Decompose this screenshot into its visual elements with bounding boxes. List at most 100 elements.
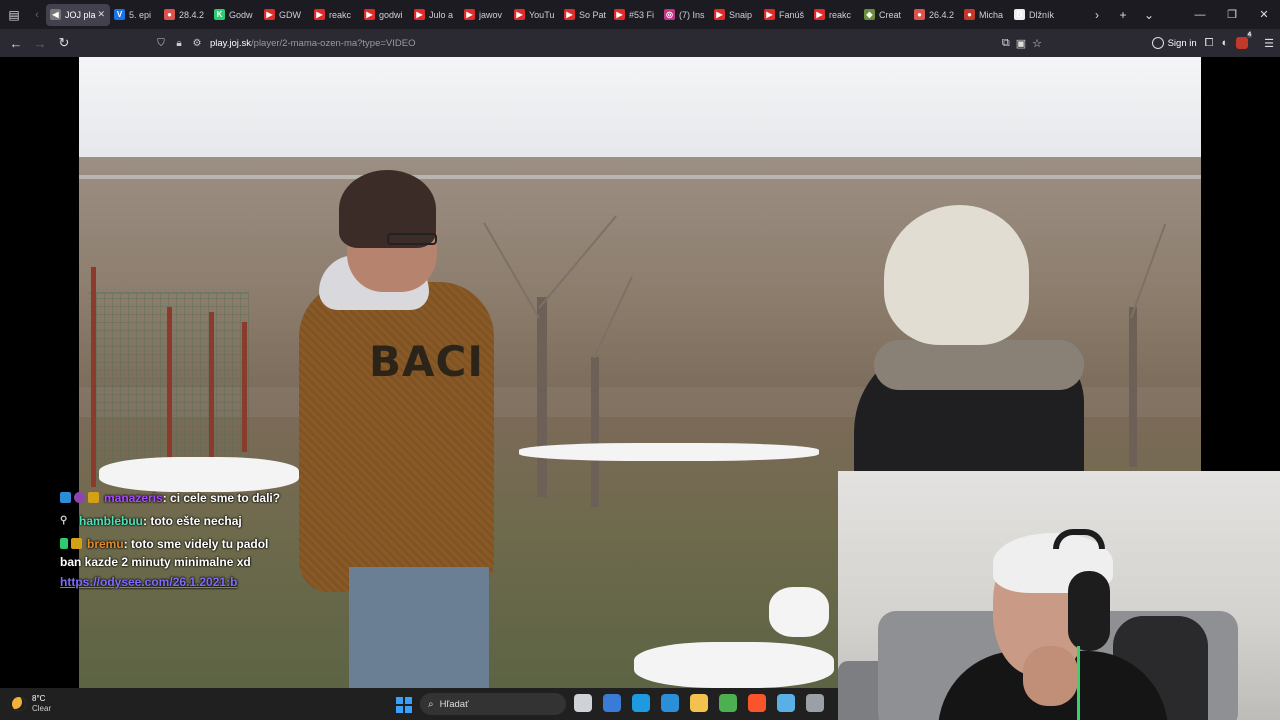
- forward-icon[interactable]: →: [28, 36, 52, 51]
- video-highway-barrier: [79, 175, 1201, 179]
- reload-icon[interactable]: ↻: [52, 35, 76, 51]
- tab[interactable]: K Godw: [210, 4, 260, 26]
- reader-view-icon[interactable]: ▣: [1016, 37, 1026, 50]
- extensions-icon[interactable]: ⧠: [1205, 37, 1214, 50]
- address-bar[interactable]: ⛉ 🔒︎ ⚙︎ play.joj.sk/player/2-mama-ozen-m…: [152, 32, 1048, 54]
- tab-scroll-left-icon[interactable]: ‹: [28, 9, 46, 21]
- tab[interactable]: ● Micha: [960, 4, 1010, 26]
- lock-icon[interactable]: 🔒︎: [170, 38, 188, 49]
- tab[interactable]: ▶ godwi: [360, 4, 410, 26]
- tab-favicon-icon: ▶: [314, 9, 325, 20]
- tab-overflow-chevron-icon[interactable]: ⌄: [1136, 8, 1162, 22]
- tab-label: Creat: [879, 9, 902, 20]
- restore-icon[interactable]: ❐: [1216, 8, 1248, 21]
- chat-username: bremu: [87, 536, 124, 551]
- tab-label: #53 Fi: [629, 9, 655, 20]
- tab-label: So Pat: [579, 9, 606, 20]
- tab-label: reakc: [329, 9, 352, 20]
- tab[interactable]: D Dlžník: [1010, 4, 1060, 26]
- store-icon[interactable]: [603, 694, 621, 712]
- new-tab-icon[interactable]: +: [1110, 8, 1136, 22]
- tab-label: godwi: [379, 9, 403, 20]
- navigation-toolbar: ← → ↻ ⛉ 🔒︎ ⚙︎ play.joj.sk/player/2-mama-…: [0, 29, 1280, 57]
- tab[interactable]: ● 28.4.2: [160, 4, 210, 26]
- tab-active[interactable]: ◀ JOJ pla ✕: [46, 3, 110, 26]
- tab[interactable]: ● 26.4.2: [910, 4, 960, 26]
- tab[interactable]: ◎ (7) Ins: [660, 4, 710, 26]
- chat-username: hamblebuu: [79, 513, 144, 528]
- weather-widget[interactable]: 8°C Clear: [12, 694, 51, 714]
- tab-label: (7) Ins: [679, 9, 705, 20]
- extension-adblock-icon[interactable]: 4: [1236, 32, 1253, 49]
- tab-favicon-icon: ▶: [514, 9, 525, 20]
- tab[interactable]: ▶ reakc: [310, 4, 360, 26]
- video-snow-patch: [519, 443, 819, 461]
- tab[interactable]: ▶ jawov: [460, 4, 510, 26]
- tab-favicon-icon: ●: [164, 9, 175, 20]
- chat-link[interactable]: https://odysee.com/26.1.2021:b: [60, 575, 380, 595]
- photos-icon[interactable]: [661, 694, 679, 712]
- tab-label: 5. epi: [129, 9, 152, 20]
- tab-favicon-icon: ◆: [864, 9, 875, 20]
- tab-scroll-right-icon[interactable]: ›: [1084, 8, 1110, 22]
- video-tree-trunk: [537, 297, 547, 497]
- tracking-protection-icon[interactable]: ⛉: [152, 38, 170, 49]
- tab-close-icon[interactable]: ✕: [98, 9, 106, 20]
- tab-favicon-icon: ▶: [814, 9, 825, 20]
- video-sweater-print: BACI: [369, 337, 484, 386]
- back-icon[interactable]: ←: [4, 36, 28, 51]
- tab[interactable]: ▶ Fanúš: [760, 4, 810, 26]
- settings-icon[interactable]: [806, 694, 824, 712]
- edge-icon[interactable]: [632, 694, 650, 712]
- url-path: /player/2-mama-ozen-ma?type=VIDEO: [251, 37, 416, 49]
- notepad-icon[interactable]: [777, 694, 795, 712]
- extension-badge-count: 4: [1246, 32, 1253, 38]
- tabs: ◀ JOJ pla ✕ V 5. epi ● 28.4.2 K Godw ▶ GDW ▶ reakc ▶ g…: [46, 0, 1060, 29]
- picture-in-picture-icon[interactable]: ⧉: [1002, 37, 1010, 50]
- video-tree-trunk: [591, 357, 599, 507]
- task-view-icon[interactable]: [574, 694, 592, 712]
- app-menu-icon[interactable]: ☰: [1264, 37, 1274, 50]
- extension-color-icon[interactable]: ◐: [1221, 37, 1228, 49]
- windows-start-icon[interactable]: [396, 697, 412, 713]
- bookmark-star-icon[interactable]: ☆: [1032, 37, 1042, 50]
- chat-text: : toto ešte nechaj: [143, 513, 242, 528]
- chat-badge-icon: [88, 492, 99, 503]
- close-window-icon[interactable]: ✕: [1248, 8, 1280, 21]
- chat-badge-icon: [74, 492, 85, 503]
- chat-text: : toto sme videly tu padol: [123, 536, 269, 551]
- tab-favicon-icon: ▶: [264, 9, 275, 20]
- tab[interactable]: ▶ Julo a: [410, 4, 460, 26]
- url-text[interactable]: play.joj.sk/player/2-mama-ozen-ma?type=V…: [210, 38, 415, 49]
- tab-favicon-icon: ●: [914, 9, 925, 20]
- tab-label: Dlžník: [1029, 9, 1055, 20]
- video-woman-hair: [884, 205, 1029, 345]
- sign-in-button[interactable]: Sign in: [1151, 37, 1197, 49]
- chat-badge-icon: [71, 538, 82, 549]
- minimize-icon[interactable]: —: [1184, 9, 1216, 21]
- chat-message-continuation: ban kazde 2 minuty minimalne xd: [60, 555, 251, 569]
- tab-label: JOJ pla: [65, 9, 96, 20]
- brave-icon[interactable]: [748, 694, 766, 712]
- tab[interactable]: ▶ So Pat: [560, 4, 610, 26]
- tab-favicon-icon: ●: [964, 9, 975, 20]
- tab[interactable]: ▶ reakc: [810, 4, 860, 26]
- tab[interactable]: V 5. epi: [110, 4, 160, 26]
- webcam-headphone: [1068, 571, 1110, 651]
- tab-favicon-icon: ▶: [714, 9, 725, 20]
- tab[interactable]: ▶ YouTu: [510, 4, 560, 26]
- tab-list-icon[interactable]: ▤: [0, 0, 28, 29]
- tab[interactable]: ▶ GDW: [260, 4, 310, 26]
- tab[interactable]: ◆ Creat: [860, 4, 910, 26]
- chat-message: bremu: toto sme videly tu padol: [60, 532, 380, 555]
- taskbar-search[interactable]: ⌕ Hľadať: [420, 693, 566, 715]
- chrome-icon[interactable]: [719, 694, 737, 712]
- video-snow-patch: [769, 587, 829, 637]
- webcam-headphone-band: [1053, 529, 1105, 549]
- search-icon: ⌕: [428, 698, 434, 710]
- explorer-icon[interactable]: [690, 694, 708, 712]
- permissions-icon[interactable]: ⚙︎: [188, 38, 206, 49]
- tab[interactable]: ▶ #53 Fi: [610, 4, 660, 26]
- tab[interactable]: ▶ Snaip: [710, 4, 760, 26]
- tab-favicon-icon: ◎: [664, 9, 675, 20]
